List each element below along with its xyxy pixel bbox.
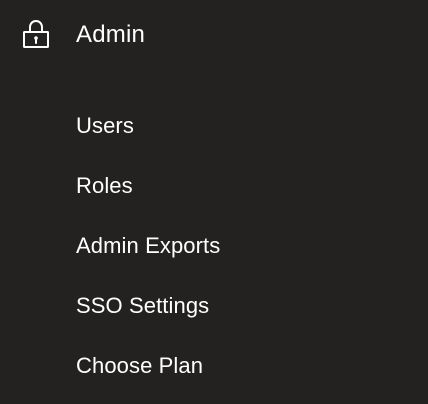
admin-menu: Users Roles Admin Exports SSO Settings C…	[0, 96, 428, 396]
menu-item-label: Admin Exports	[76, 233, 221, 258]
menu-item-label: Users	[76, 113, 134, 138]
admin-section-header[interactable]: Admin	[0, 0, 428, 72]
admin-navigation: Admin Users Roles Admin Exports SSO Sett…	[0, 0, 428, 404]
admin-section-title: Admin	[76, 21, 146, 48]
menu-item-admin-exports[interactable]: Admin Exports	[0, 216, 428, 276]
lock-icon	[21, 18, 51, 50]
menu-item-label: Choose Plan	[76, 353, 204, 378]
menu-item-choose-plan[interactable]: Choose Plan	[0, 336, 428, 396]
menu-item-sso-settings[interactable]: SSO Settings	[0, 276, 428, 336]
menu-item-roles[interactable]: Roles	[0, 156, 428, 216]
menu-item-label: Roles	[76, 173, 133, 198]
menu-item-users[interactable]: Users	[0, 96, 428, 156]
menu-item-label: SSO Settings	[76, 293, 210, 318]
